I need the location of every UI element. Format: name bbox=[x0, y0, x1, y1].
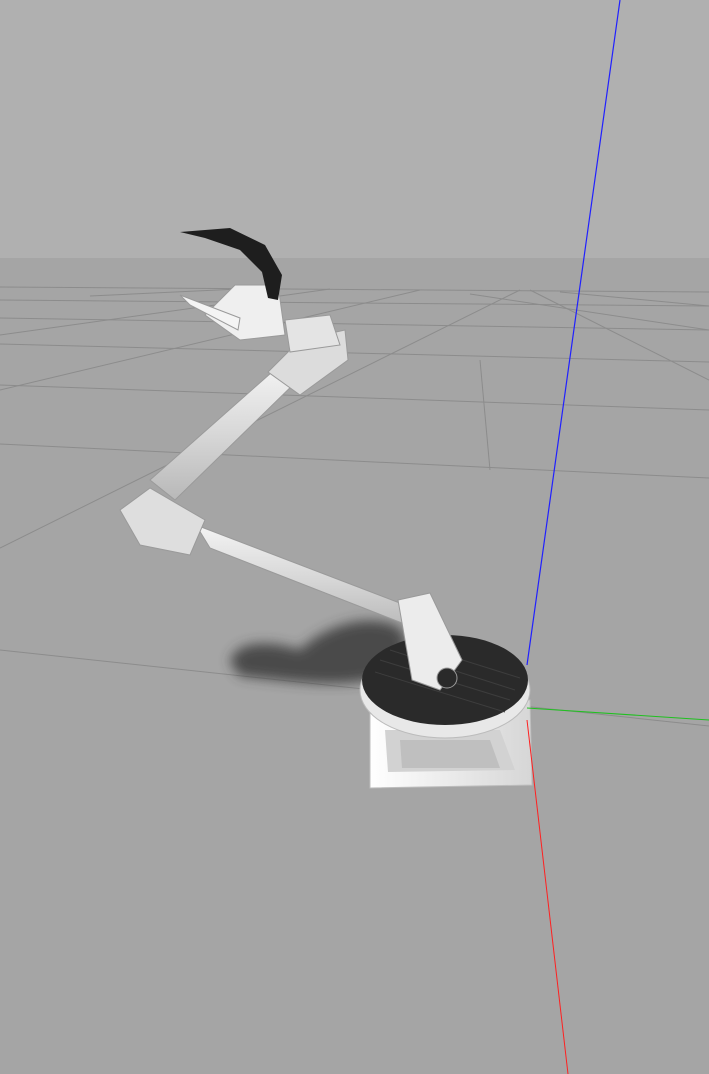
sky-background bbox=[0, 0, 709, 260]
simulation-viewport[interactable] bbox=[0, 0, 709, 1074]
wrist-link[interactable] bbox=[284, 314, 341, 353]
scene-canvas[interactable] bbox=[0, 0, 709, 1074]
shoulder-joint-hole bbox=[436, 667, 458, 689]
